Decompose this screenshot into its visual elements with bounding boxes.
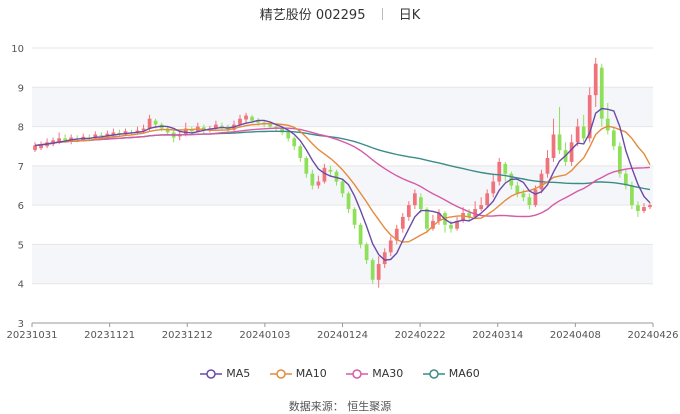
- y-tick-label: 5: [18, 240, 24, 251]
- y-tick-label: 6: [18, 201, 24, 212]
- candle-body: [250, 116, 254, 121]
- x-tick-label: 20231031: [7, 330, 58, 341]
- legend-ma60-label: MA60: [448, 367, 480, 380]
- candle-body: [569, 142, 574, 162]
- candle-body: [63, 138, 68, 141]
- candle-body: [316, 181, 321, 186]
- legend-ma30-swatch: [346, 368, 369, 379]
- candle-body: [491, 181, 496, 194]
- candle-body: [238, 118, 242, 125]
- candle-body: [527, 197, 532, 206]
- candle-body: [292, 138, 297, 147]
- candle-body: [575, 126, 580, 143]
- y-tick-label: 3: [18, 319, 24, 330]
- candle-body: [340, 181, 345, 194]
- candle-body: [636, 205, 640, 212]
- candle-body: [533, 189, 538, 206]
- legend-ma10-swatch: [269, 368, 292, 379]
- candle-body: [33, 145, 37, 151]
- candle-body: [599, 67, 604, 119]
- x-tick-label: 20240314: [472, 330, 523, 341]
- candle-body: [419, 197, 423, 210]
- candle-body: [346, 193, 351, 210]
- legend-ma60-swatch: [422, 368, 445, 379]
- y-tick-label: 7: [18, 162, 24, 173]
- candle-body: [328, 169, 333, 172]
- candle-body: [220, 125, 224, 127]
- x-tick-label: 20231121: [84, 330, 135, 341]
- candle-body: [551, 134, 556, 158]
- candle-body: [376, 264, 381, 280]
- candle-body: [630, 185, 634, 206]
- x-tick-label: 20240222: [395, 330, 446, 341]
- legend-ma10-label: MA10: [295, 367, 327, 380]
- candle-body: [153, 120, 158, 125]
- legend-ma5[interactable]: MA5: [200, 367, 250, 380]
- candle-body: [352, 209, 357, 225]
- y-tick-label: 10: [11, 44, 24, 55]
- legend: MA5 MA10 MA30 MA60: [0, 367, 680, 382]
- candle-body: [388, 240, 393, 253]
- y-tick-label: 9: [18, 83, 24, 94]
- candle-body: [370, 260, 375, 280]
- data-source: 数据来源： 恒生聚源: [288, 400, 392, 413]
- candle-body: [497, 161, 502, 182]
- x-tick-label: 20240426: [628, 330, 679, 341]
- legend-ma5-swatch: [200, 368, 223, 379]
- candle-body: [503, 163, 508, 174]
- candle-body: [642, 207, 646, 212]
- candle-body: [479, 205, 484, 210]
- candle-body: [147, 118, 152, 129]
- candlestick-chart: 3 4 5 6 7 8 9 10 20231031 20231121 20231212 2024010…: [7, 44, 679, 341]
- candle-body: [611, 130, 616, 147]
- candle-body: [593, 63, 598, 96]
- legend-ma60[interactable]: MA60: [422, 367, 480, 380]
- candle-body: [406, 205, 411, 217]
- legend-ma30-label: MA30: [372, 367, 404, 380]
- candle-body: [310, 173, 315, 186]
- x-tick-label: 20231212: [162, 330, 213, 341]
- candle-body: [358, 224, 363, 245]
- legend-ma5-label: MA5: [226, 367, 251, 380]
- grid-band: [32, 244, 653, 284]
- candle-body: [268, 124, 273, 127]
- candle-body: [605, 118, 610, 131]
- x-tick-label: 20240103: [239, 330, 290, 341]
- legend-ma30[interactable]: MA30: [346, 367, 403, 380]
- candle-body: [485, 193, 490, 206]
- candle-body: [581, 126, 586, 139]
- candle-body: [425, 209, 429, 229]
- legend-ma10[interactable]: MA10: [269, 367, 327, 380]
- candle-body: [557, 134, 562, 151]
- candle-body: [364, 244, 369, 261]
- candle-body: [244, 115, 248, 120]
- candle-body: [648, 205, 652, 208]
- x-tick-label: 20240124: [317, 330, 368, 341]
- y-tick-label: 8: [18, 123, 24, 134]
- candle-body: [545, 158, 550, 174]
- candle-body: [298, 146, 303, 158]
- candle-body: [521, 193, 526, 198]
- candle-body: [449, 224, 453, 229]
- x-tick-label: 20240408: [550, 330, 601, 341]
- candle-body: [515, 185, 520, 194]
- candle-body: [412, 193, 417, 206]
- candle-body: [286, 132, 291, 139]
- candle-body: [304, 158, 309, 174]
- y-tick-label: 4: [18, 280, 24, 291]
- candle-body: [400, 216, 405, 229]
- candle-body: [322, 167, 327, 182]
